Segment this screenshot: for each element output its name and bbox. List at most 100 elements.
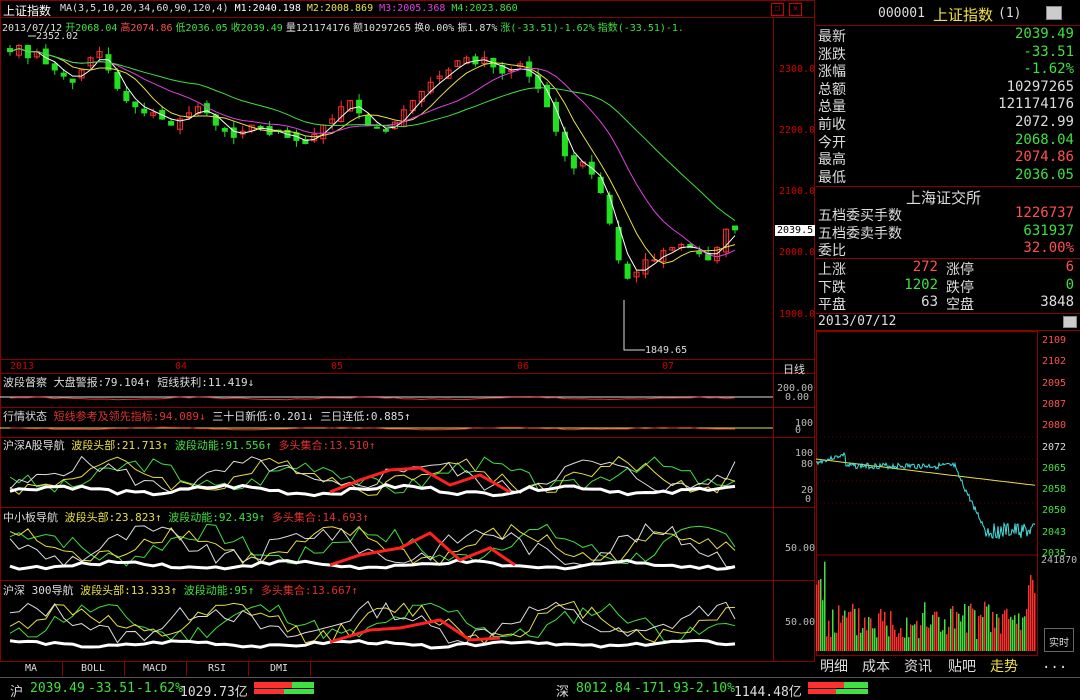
candle-body bbox=[221, 128, 228, 132]
breadth-label: 空盘 bbox=[946, 297, 974, 314]
ohlc-amplitude: 振1.87% bbox=[457, 23, 498, 34]
intraday-axis-tick: 2050 bbox=[1042, 505, 1067, 517]
quote-value: -33.51 bbox=[1023, 43, 1074, 60]
intraday-axis-tick: 2080 bbox=[1042, 420, 1067, 432]
panel4-base bbox=[9, 558, 736, 571]
breadth-value: 63 bbox=[921, 294, 938, 311]
panel-label-5: 沪深 300导航 波段头部:13.333↑ 波段动能:95↑ 多头集合:13.6… bbox=[3, 582, 358, 598]
ohlc-turnover: 换0.00% bbox=[414, 23, 455, 34]
panel-toggle-icon[interactable] bbox=[1046, 6, 1062, 20]
candle-body bbox=[382, 129, 389, 132]
panel-item: 波段动能:92.439↑ bbox=[168, 511, 266, 524]
panel4-red bbox=[329, 531, 516, 567]
quote-row: 最新 2039.49 bbox=[818, 26, 1076, 45]
tab-more[interactable]: ... bbox=[1042, 656, 1067, 676]
intraday-volume-bar bbox=[900, 627, 902, 651]
quote-row: 涨跌 -33.51 bbox=[818, 43, 1076, 63]
low-marker bbox=[623, 300, 645, 351]
quote-value: 2036.05 bbox=[1014, 166, 1074, 183]
intraday-volume-bar bbox=[820, 578, 822, 651]
tab-cost[interactable]: 成本 bbox=[862, 656, 890, 676]
tab-news[interactable]: 资讯 bbox=[904, 656, 932, 676]
realtime-button[interactable]: 实时 bbox=[1044, 628, 1074, 652]
intraday-volume-bar bbox=[924, 602, 926, 651]
intraday-volume-bar bbox=[928, 627, 930, 651]
intraday-volume-bar bbox=[948, 626, 950, 651]
tab-dmi[interactable]: DMI bbox=[248, 662, 311, 676]
tab-rsi[interactable]: RSI bbox=[186, 662, 249, 676]
intraday-volume-bar bbox=[976, 639, 978, 651]
intraday-volume-bar bbox=[848, 612, 850, 651]
intraday-volume-bar bbox=[872, 628, 874, 651]
panel-item: 三日连低:0.885↑ bbox=[320, 410, 411, 423]
panel-label-3: 沪深A股导航 波段头部:21.713↑ 波段动能:91.556↑ 多头集合:13… bbox=[3, 437, 375, 453]
tab-macd[interactable]: MACD bbox=[124, 662, 187, 676]
price-tick: 1900.0 bbox=[779, 309, 816, 320]
intraday-volume-bar bbox=[950, 608, 952, 651]
intraday-volume-bar bbox=[844, 610, 846, 651]
intraday-volume-bar bbox=[832, 609, 834, 651]
intraday-volume-bar bbox=[916, 620, 918, 651]
panel-item: 三十日新低:0.201↓ bbox=[212, 410, 314, 423]
breadth-value: 6 bbox=[1065, 259, 1074, 275]
date-tick: 07 bbox=[662, 361, 675, 372]
intraday-volume-bar bbox=[860, 632, 862, 651]
intraday-volume-bar bbox=[966, 632, 968, 651]
intraday-volume-bar bbox=[930, 624, 932, 651]
candle-body bbox=[123, 91, 130, 102]
panel-axis-tick: 50.00 bbox=[785, 543, 816, 554]
quote-value: 121174176 bbox=[998, 96, 1074, 113]
candle-body bbox=[624, 263, 631, 279]
intraday-volume-bar bbox=[866, 630, 868, 651]
intraday-volume-bar bbox=[892, 624, 894, 651]
mini-toggle-icon[interactable] bbox=[1063, 316, 1077, 328]
intraday-volume-bar bbox=[1012, 619, 1014, 651]
intraday-volume-bar bbox=[898, 633, 900, 651]
intraday-volume-bar bbox=[964, 603, 966, 651]
intraday-volume-bar bbox=[870, 618, 872, 651]
intraday-volume-bar bbox=[1026, 609, 1028, 651]
sz-change: -171.93 bbox=[634, 681, 689, 696]
intraday-price-line bbox=[816, 451, 1036, 539]
candle-body bbox=[606, 194, 613, 224]
candle-body bbox=[696, 251, 703, 255]
tab-ma[interactable]: MA bbox=[0, 662, 63, 676]
breadth-value: 3848 bbox=[1040, 294, 1074, 311]
panel-item: 波段头部:13.333↑ bbox=[80, 584, 178, 597]
candle-body bbox=[373, 126, 380, 129]
intraday-axis-tick: 2072 bbox=[1042, 441, 1067, 453]
quote-value: 10297265 bbox=[1006, 78, 1074, 95]
panel-item: 短线获利:11.419↓ bbox=[157, 376, 255, 389]
panel-axis-tick: 0 bbox=[805, 494, 812, 505]
date-tick: 05 bbox=[331, 361, 344, 372]
candle-body bbox=[114, 71, 121, 89]
panel-axis-tick: 0.00 bbox=[785, 392, 810, 403]
quote-header: 000001 上证指数 (1) bbox=[816, 0, 1080, 26]
intraday-volume-bar bbox=[1028, 585, 1030, 651]
period-label[interactable]: 日线 bbox=[783, 361, 805, 377]
candle-body bbox=[552, 101, 559, 132]
breadth-row: 下跌 1202 跌停 0 bbox=[818, 277, 1076, 296]
intraday-volume-bar bbox=[922, 612, 924, 651]
breadth-row: 平盘 63 空盘 3848 bbox=[818, 294, 1076, 314]
intraday-volume-bar bbox=[962, 615, 964, 651]
ohlc-low: 低2036.05 bbox=[175, 23, 228, 34]
tab-boll[interactable]: BOLL bbox=[62, 662, 125, 676]
chart-area[interactable]: 上证指数 ❐ ✕ MA(3,5,10,20,34,60,90,120,4) M1… bbox=[0, 0, 815, 662]
candle-body bbox=[535, 75, 542, 89]
intraday-volume-bar bbox=[942, 630, 944, 651]
quote-row: 前收 2072.99 bbox=[818, 114, 1076, 133]
intraday-volume-bar bbox=[858, 608, 860, 651]
ohlc-close: 收2039.49 bbox=[230, 23, 283, 34]
tab-trend[interactable]: 走势 bbox=[990, 656, 1018, 676]
tab-forum[interactable]: 贴吧 bbox=[948, 656, 976, 676]
order-value: 32.00% bbox=[1023, 240, 1074, 257]
intraday-volume-bar bbox=[850, 611, 852, 651]
panel-name: 沪深A股导航 bbox=[3, 439, 65, 452]
intraday-axis-tick: 2043 bbox=[1042, 526, 1067, 538]
intraday-volume-bar bbox=[956, 611, 958, 651]
sh-amount: 1029.73亿 bbox=[180, 685, 248, 700]
low-annotation: 1849.65 bbox=[645, 345, 688, 356]
intraday-volume-bar bbox=[1004, 610, 1006, 651]
tab-detail[interactable]: 明细 bbox=[820, 656, 848, 676]
